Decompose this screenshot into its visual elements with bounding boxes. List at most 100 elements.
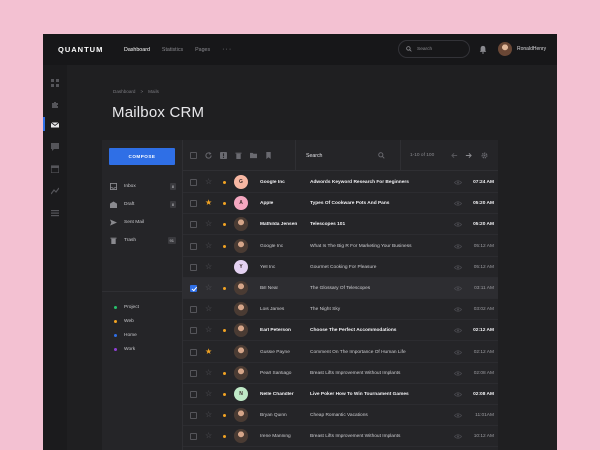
row-checkbox[interactable] bbox=[190, 348, 197, 356]
folder-item-trash[interactable]: Trash 91 bbox=[110, 235, 176, 245]
star-icon[interactable]: ☆ bbox=[205, 177, 212, 187]
avatar bbox=[498, 42, 512, 56]
nav-dashboard[interactable]: Dashboard bbox=[124, 47, 150, 53]
eye-icon[interactable] bbox=[454, 413, 462, 418]
grid-icon[interactable] bbox=[51, 79, 59, 87]
email-row[interactable]: ☆ Irene Manning Breast Lifts Improvement W… bbox=[183, 426, 498, 448]
eye-icon[interactable] bbox=[454, 392, 462, 397]
delete-icon[interactable] bbox=[235, 152, 242, 159]
folder-item-draft[interactable]: Draft 8 bbox=[110, 199, 176, 209]
email-row[interactable]: ★ A Apple Types Of Cookware Pots And Pans 05… bbox=[183, 193, 498, 215]
row-checkbox[interactable] bbox=[190, 369, 197, 377]
top-search-input[interactable]: Search bbox=[398, 40, 470, 58]
star-icon[interactable]: ☆ bbox=[205, 325, 212, 335]
star-icon[interactable]: ☆ bbox=[205, 431, 212, 441]
row-checkbox[interactable] bbox=[190, 221, 197, 229]
email-sender: Irene Manning bbox=[260, 434, 291, 440]
row-checkbox[interactable] bbox=[190, 412, 197, 420]
eye-icon[interactable] bbox=[454, 201, 462, 206]
email-row[interactable]: ★ Gussie Payne Comment On The Importance O… bbox=[183, 342, 498, 363]
email-row[interactable]: ☆ Bill Neal The Glossary Of Telescopes 03:1… bbox=[183, 278, 498, 299]
breadcrumb-parent[interactable]: Dashboard bbox=[113, 89, 135, 94]
gear-icon[interactable] bbox=[481, 152, 488, 159]
chat-icon[interactable] bbox=[51, 143, 59, 151]
star-icon[interactable]: ☆ bbox=[205, 410, 212, 420]
alert-icon[interactable] bbox=[220, 152, 227, 159]
row-checkbox[interactable] bbox=[190, 263, 197, 271]
eye-icon[interactable] bbox=[454, 180, 462, 185]
email-row[interactable]: ☆ Bryan Quinn Cheap Romantic Vacations 11:0… bbox=[183, 405, 498, 427]
nav-statistics[interactable]: Statistics bbox=[162, 47, 183, 53]
label-item-home[interactable]: Home bbox=[114, 333, 137, 338]
star-icon[interactable]: ☆ bbox=[205, 389, 212, 399]
star-icon[interactable]: ☆ bbox=[205, 368, 212, 378]
email-row[interactable]: ☆ Earl Peterson Choose The Perfect Accommo… bbox=[183, 320, 498, 342]
star-icon[interactable]: ★ bbox=[205, 347, 212, 357]
bookmark-icon[interactable] bbox=[265, 152, 272, 159]
row-checkbox[interactable] bbox=[190, 391, 197, 398]
chart-line-icon[interactable] bbox=[51, 187, 59, 195]
label-item-work[interactable]: Work bbox=[114, 347, 135, 352]
avatar bbox=[234, 217, 248, 232]
email-row[interactable]: ☆ N Nelle Chandler Live Poker How To Win To… bbox=[183, 384, 498, 405]
arrow-left-icon[interactable] bbox=[451, 152, 458, 159]
email-time: 05:12 AM bbox=[473, 243, 494, 249]
email-subject: Telescopes 101 bbox=[310, 222, 346, 228]
eye-icon[interactable] bbox=[454, 371, 462, 376]
email-sender: Pearl Santiago bbox=[260, 370, 292, 376]
important-dot-icon bbox=[223, 223, 226, 227]
list-icon[interactable] bbox=[51, 209, 59, 217]
label-color-dot bbox=[114, 306, 117, 309]
icon-sidebar bbox=[43, 65, 67, 450]
row-checkbox[interactable] bbox=[190, 327, 197, 335]
eye-icon[interactable] bbox=[454, 222, 462, 228]
folder-item-inbox[interactable]: Inbox 8 bbox=[110, 181, 176, 191]
calendar-icon[interactable] bbox=[51, 165, 59, 173]
eye-icon[interactable] bbox=[454, 265, 462, 270]
bell-icon[interactable] bbox=[479, 45, 487, 54]
email-row[interactable]: ☆ Pearl Santiago Breast Lifts Improvement … bbox=[183, 363, 498, 384]
email-time: 02:08 AM bbox=[473, 392, 494, 397]
email-row[interactable]: ☆ Lois James The Night Sky 03:02 AM bbox=[183, 299, 498, 321]
email-row[interactable]: ☆ Google Inc What Is The Big R For Marketi… bbox=[183, 236, 498, 257]
row-checkbox[interactable] bbox=[190, 285, 197, 292]
star-icon[interactable]: ☆ bbox=[205, 304, 212, 314]
email-row[interactable]: ☆ G Google Inc Adwords Keyword Research For… bbox=[183, 172, 498, 193]
folder-item-sent-mail[interactable]: Sent Mail bbox=[110, 217, 176, 227]
label-item-web[interactable]: Web bbox=[114, 319, 134, 324]
avatar: N bbox=[234, 387, 248, 401]
eye-icon[interactable] bbox=[454, 434, 462, 440]
folder-label: Trash bbox=[124, 237, 137, 243]
email-sender: Apple bbox=[260, 201, 274, 207]
row-checkbox[interactable] bbox=[190, 433, 197, 441]
compose-button[interactable]: COMPOSE bbox=[109, 148, 175, 165]
more-menu-icon[interactable]: ··· bbox=[222, 46, 232, 53]
row-checkbox[interactable] bbox=[190, 242, 197, 250]
eye-icon[interactable] bbox=[454, 349, 462, 355]
star-icon[interactable]: ★ bbox=[205, 198, 212, 208]
eye-icon[interactable] bbox=[454, 328, 462, 334]
email-row[interactable]: ☆ Y Yell Inc Gourmet Cooking For Pleasure 05… bbox=[183, 257, 498, 278]
email-row[interactable]: ☆ Mathilda Jensen Telescopes 101 05:20 AM bbox=[183, 214, 498, 236]
star-icon[interactable]: ☆ bbox=[205, 219, 212, 229]
eye-icon[interactable] bbox=[454, 243, 462, 249]
arrow-right-icon[interactable] bbox=[465, 152, 472, 159]
eye-icon[interactable] bbox=[454, 307, 462, 312]
star-icon[interactable]: ☆ bbox=[205, 283, 212, 293]
puzzle-icon[interactable] bbox=[51, 101, 59, 109]
star-icon[interactable]: ☆ bbox=[205, 262, 212, 272]
select-all-checkbox[interactable] bbox=[190, 152, 197, 159]
refresh-icon[interactable] bbox=[205, 152, 212, 159]
row-checkbox[interactable] bbox=[190, 306, 197, 314]
eye-icon[interactable] bbox=[454, 286, 462, 291]
row-checkbox[interactable] bbox=[190, 179, 197, 186]
mail-search-input[interactable]: Search bbox=[295, 140, 401, 171]
folder-icon[interactable] bbox=[250, 152, 257, 159]
label-item-project[interactable]: Project bbox=[114, 305, 139, 310]
mail-icon[interactable] bbox=[51, 121, 59, 129]
nav-pages[interactable]: Pages bbox=[195, 47, 210, 53]
star-icon[interactable]: ☆ bbox=[205, 241, 212, 251]
user-menu[interactable]: RonaldHenry bbox=[498, 42, 546, 56]
row-checkbox[interactable] bbox=[190, 200, 197, 208]
email-subject: Cheap Romantic Vacations bbox=[310, 413, 368, 419]
